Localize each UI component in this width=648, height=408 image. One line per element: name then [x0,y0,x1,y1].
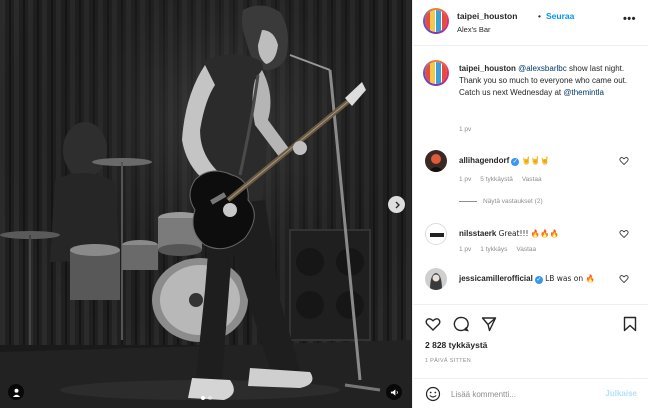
comment-likes[interactable]: 1 tykkäys [480,246,507,253]
more-horizontal-icon[interactable]: ••• [623,13,636,25]
commenter-avatar[interactable] [425,150,447,172]
comments-list[interactable]: taipei_houston @alexsbarlbc show last ni… [413,46,648,304]
heart-icon[interactable] [619,274,629,284]
share-icon[interactable] [481,316,497,332]
author-avatar[interactable] [423,8,449,34]
tagged-users-button[interactable] [8,384,24,400]
user-icon [12,388,20,397]
location-link[interactable]: Alex's Bar [457,25,491,34]
heart-icon[interactable] [619,229,629,239]
avatar-image [426,224,446,244]
audio-toggle-button[interactable] [386,384,402,400]
add-comment-bar: Julkaise [413,378,648,408]
caption-time[interactable]: 1 pv [459,126,471,133]
comment-body: Great!!! 🔥🔥🔥 [498,229,559,238]
comment-likes[interactable]: 5 tykkäystä [480,176,513,183]
mention-link[interactable]: @alexsbarlbc [518,64,567,73]
separator-dot: • [538,11,541,21]
bookmark-icon[interactable] [623,316,637,332]
view-replies-label: Näytä vastaukset (2) [483,198,543,205]
comment-body: 🤘🤘🤘 [521,156,550,165]
publish-button[interactable]: Julkaise [605,389,637,398]
comment-meta: 1 pv 5 tykkäystä Vastaa [459,176,542,183]
action-icons [425,316,497,332]
comment-text: allihagendorf ✓ 🤘🤘🤘 [459,155,609,167]
comment-text: nilsstaerk Great!!! 🔥🔥🔥 [459,228,609,240]
emoji-icon[interactable] [425,386,441,402]
comment-input[interactable] [451,384,591,404]
concert-photo [0,0,412,408]
commenter-username[interactable]: jessicamillerofficial [459,274,533,283]
post-photo[interactable] [0,0,412,408]
comment-icon[interactable] [453,316,469,332]
reply-button[interactable]: Vastaa [522,176,542,183]
caption-text: taipei_houston @alexsbarlbc show last ni… [459,63,639,99]
avatar-image [425,268,447,290]
replies-divider [459,201,477,202]
comment-text: jessicamillerofficial ✓ LB was on 🔥 [459,273,609,285]
post-timestamp[interactable]: 1 PÄIVÄ SITTEN [425,358,471,364]
comment-body: LB was on 🔥 [545,274,595,283]
like-heart-icon[interactable] [425,316,441,332]
chevron-right-icon [395,201,400,208]
likes-count[interactable]: 2 828 tykkäystä [425,340,487,350]
post-actions: 2 828 tykkäystä 1 PÄIVÄ SITTEN [413,304,648,378]
commenter-avatar[interactable] [425,223,447,245]
commenter-username[interactable]: allihagendorf [459,156,509,165]
commenter-username[interactable]: nilsstaerk [459,229,496,238]
verified-badge-icon: ✓ [534,276,543,284]
carousel-dots [0,396,412,400]
heart-icon[interactable] [619,156,629,166]
caption-username[interactable]: taipei_houston [459,64,516,73]
author-username[interactable]: taipei_houston [457,11,517,21]
speaker-icon [390,388,398,396]
instagram-post-view: taipei_houston • Seuraa Alex's Bar ••• t… [0,0,648,408]
carousel-next-button[interactable] [388,196,405,213]
carousel-dot [200,396,205,400]
avatar-image [425,150,447,172]
carousel-dot [207,396,212,400]
follow-button[interactable]: Seuraa [546,11,574,21]
comment-time[interactable]: 1 pv [459,246,471,253]
post-header: taipei_houston • Seuraa Alex's Bar ••• [413,0,648,46]
post-side-panel: taipei_houston • Seuraa Alex's Bar ••• t… [412,0,648,408]
mention-link[interactable]: @themintla [563,88,604,97]
comment-time[interactable]: 1 pv [459,176,471,183]
reply-button[interactable]: Vastaa [516,246,536,253]
verified-badge-icon: ✓ [511,158,520,166]
view-replies-button[interactable]: Näytä vastaukset (2) [459,198,543,205]
caption-avatar[interactable] [423,60,449,86]
comment-meta: 1 pv 1 tykkäys Vastaa [459,246,536,253]
commenter-avatar[interactable] [425,268,447,290]
